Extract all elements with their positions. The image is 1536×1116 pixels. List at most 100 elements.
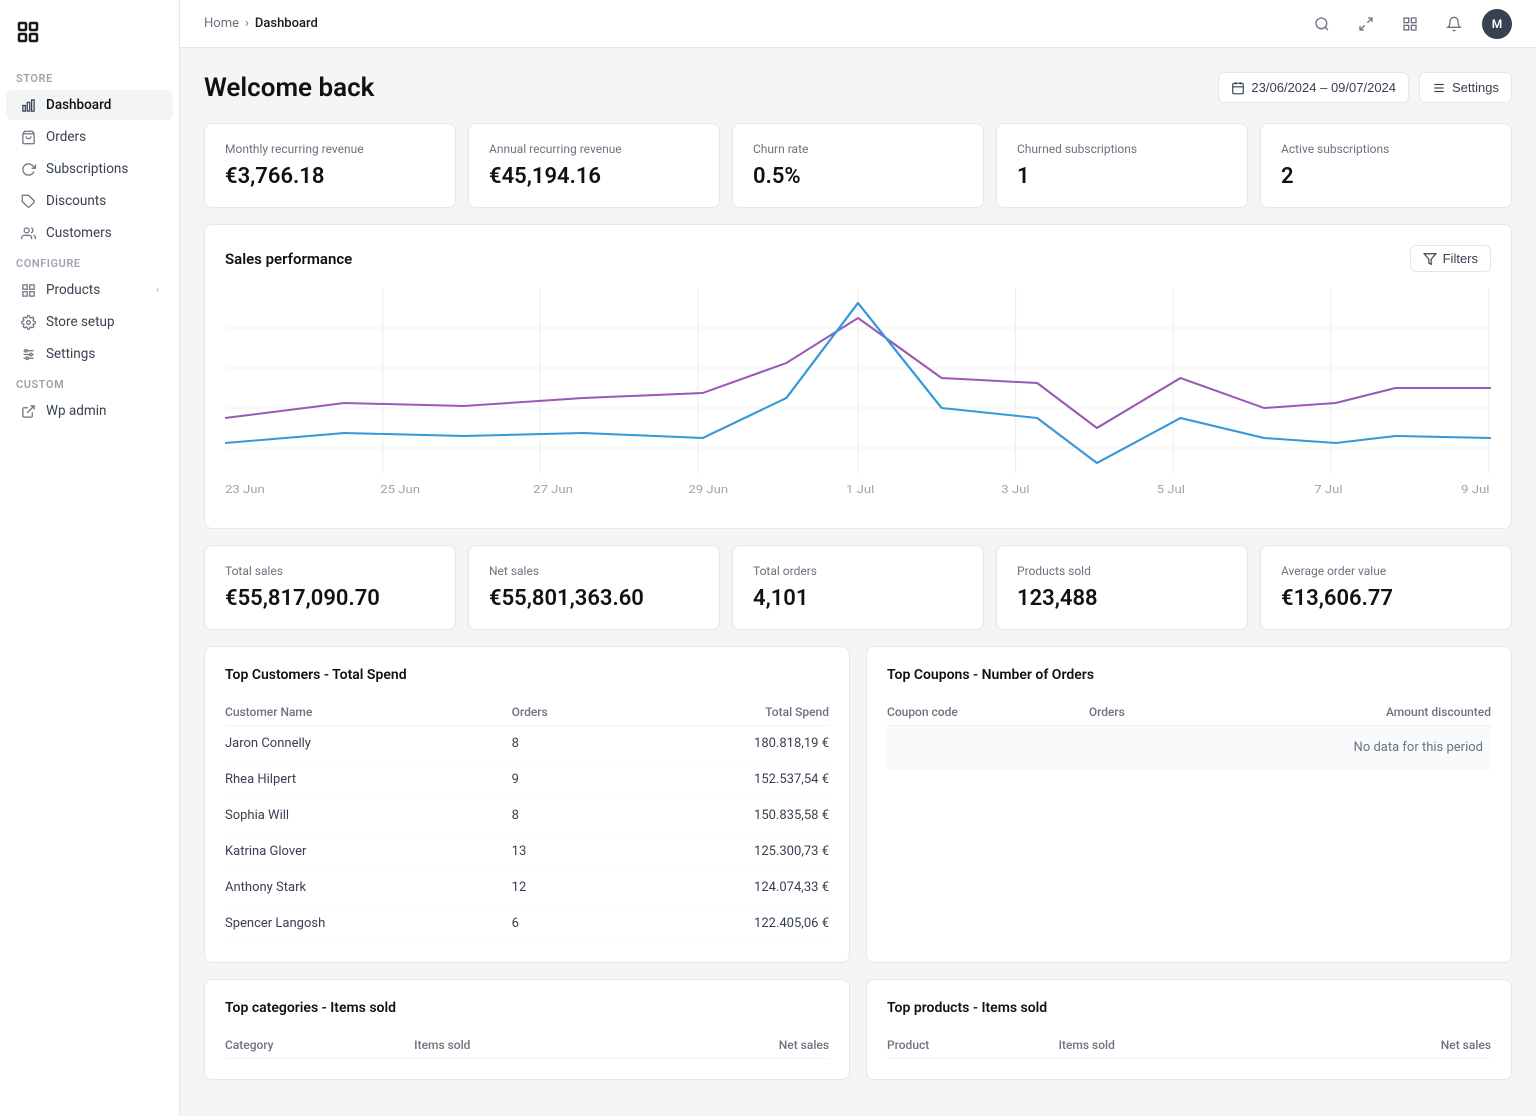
top-customers-card: Top Customers - Total Spend Customer Nam… bbox=[204, 646, 850, 963]
sidebar-item-wp-admin-label: Wp admin bbox=[46, 403, 106, 419]
bottom-metric-value-1: €55,801,363.60 bbox=[489, 586, 699, 611]
bottom-metric-value-4: €13,606.77 bbox=[1281, 586, 1491, 611]
store-section-label: Store bbox=[0, 64, 179, 89]
gear-icon bbox=[20, 314, 36, 330]
table-row: Spencer Langosh 6 122.405,06 € bbox=[225, 906, 829, 942]
settings-button[interactable]: Settings bbox=[1419, 72, 1512, 103]
sidebar-item-customers-label: Customers bbox=[46, 225, 112, 241]
bottom-metric-card-0: Total sales €55,817,090.70 bbox=[204, 545, 456, 630]
chart-card: Sales performance Filters bbox=[204, 224, 1512, 529]
chart-header: Sales performance Filters bbox=[225, 245, 1491, 272]
chevron-icon: ‹ bbox=[156, 285, 159, 296]
metric-label-2: Churn rate bbox=[753, 142, 963, 156]
breadcrumb-home[interactable]: Home bbox=[204, 16, 239, 31]
content-area: Welcome back 23/06/2024 – 09/07/2024 Set… bbox=[180, 48, 1536, 1116]
expand-icon-btn[interactable] bbox=[1350, 8, 1382, 40]
metric-value-0: €3,766.18 bbox=[225, 164, 435, 189]
no-data-row: No data for this period bbox=[887, 726, 1491, 770]
products-items-sold-col-header: Items sold bbox=[1059, 1032, 1287, 1059]
metric-card-2: Churn rate 0.5% bbox=[732, 123, 984, 208]
metric-label-3: Churned subscriptions bbox=[1017, 142, 1227, 156]
customer-orders: 13 bbox=[512, 834, 615, 870]
metric-value-2: 0.5% bbox=[753, 164, 963, 189]
sidebar-item-discounts-label: Discounts bbox=[46, 193, 106, 209]
date-range-label: 23/06/2024 – 09/07/2024 bbox=[1251, 80, 1396, 95]
custom-section-label: Custom bbox=[0, 370, 179, 395]
grid-icon bbox=[20, 282, 36, 298]
top-customers-title: Top Customers - Total Spend bbox=[225, 667, 829, 683]
coupon-amount-col-header: Amount discounted bbox=[1191, 699, 1491, 726]
sidebar-item-dashboard-label: Dashboard bbox=[46, 97, 111, 113]
settings-icon bbox=[1432, 81, 1446, 95]
metric-card-1: Annual recurring revenue €45,194.16 bbox=[468, 123, 720, 208]
customer-orders-col-header: Orders bbox=[512, 699, 615, 726]
customer-spend: 125.300,73 € bbox=[615, 834, 829, 870]
sidebar-item-dashboard[interactable]: Dashboard bbox=[6, 90, 173, 120]
filter-label: Filters bbox=[1443, 251, 1478, 266]
calendar-icon bbox=[1231, 81, 1245, 95]
avatar[interactable]: M bbox=[1482, 9, 1512, 39]
sidebar-item-orders[interactable]: Orders bbox=[6, 122, 173, 152]
sidebar-item-products[interactable]: Products ‹ bbox=[6, 275, 173, 305]
no-data-text: No data for this period bbox=[1354, 740, 1483, 755]
page-title: Welcome back bbox=[204, 73, 374, 103]
top-categories-title: Top categories - Items sold bbox=[225, 1000, 829, 1016]
customer-orders: 9 bbox=[512, 762, 615, 798]
layout-icon-btn[interactable] bbox=[1394, 8, 1426, 40]
configure-section-label: Configure bbox=[0, 249, 179, 274]
top-coupons-table: Coupon code Orders Amount discounted No … bbox=[887, 699, 1491, 770]
bottom-metric-value-2: 4,101 bbox=[753, 586, 963, 611]
top-coupons-title: Top Coupons - Number of Orders bbox=[887, 667, 1491, 683]
table-row: Sophia Will 8 150.835,58 € bbox=[225, 798, 829, 834]
sidebar-item-subscriptions[interactable]: Subscriptions bbox=[6, 154, 173, 184]
customer-name: Jaron Connelly bbox=[225, 726, 512, 762]
customer-name: Anthony Stark bbox=[225, 870, 512, 906]
customer-spend: 124.074,33 € bbox=[615, 870, 829, 906]
date-picker-button[interactable]: 23/06/2024 – 09/07/2024 bbox=[1218, 72, 1409, 103]
bottom-metric-value-0: €55,817,090.70 bbox=[225, 586, 435, 611]
sidebar-item-discounts[interactable]: Discounts bbox=[6, 186, 173, 216]
metric-value-3: 1 bbox=[1017, 164, 1227, 189]
customer-spend: 180.818,19 € bbox=[615, 726, 829, 762]
search-icon-btn[interactable] bbox=[1306, 8, 1338, 40]
coupon-orders-col-header: Orders bbox=[1089, 699, 1192, 726]
customer-orders: 12 bbox=[512, 870, 615, 906]
table-row: Katrina Glover 13 125.300,73 € bbox=[225, 834, 829, 870]
sidebar-item-customers[interactable]: Customers bbox=[6, 218, 173, 248]
sidebar-logo bbox=[0, 12, 179, 64]
customer-spend-col-header: Total Spend bbox=[615, 699, 829, 726]
external-link-icon bbox=[20, 403, 36, 419]
filter-icon bbox=[1423, 252, 1437, 266]
top-products-table: Product Items sold Net sales bbox=[887, 1032, 1491, 1059]
breadcrumb-separator: › bbox=[245, 16, 249, 31]
top-products-title: Top products - Items sold bbox=[887, 1000, 1491, 1016]
bottom-metric-label-0: Total sales bbox=[225, 564, 435, 578]
topbar: Home › Dashboard M bbox=[180, 0, 1536, 48]
sidebar-item-store-setup[interactable]: Store setup bbox=[6, 307, 173, 337]
metric-value-4: 2 bbox=[1281, 164, 1491, 189]
date-settings: 23/06/2024 – 09/07/2024 Settings bbox=[1218, 72, 1512, 103]
svg-text:9 Jul: 9 Jul bbox=[1461, 483, 1489, 496]
bottom-metric-cards: Total sales €55,817,090.70 Net sales €55… bbox=[204, 545, 1512, 630]
bottom-metric-label-2: Total orders bbox=[753, 564, 963, 578]
customer-name: Katrina Glover bbox=[225, 834, 512, 870]
top-coupons-card: Top Coupons - Number of Orders Coupon co… bbox=[866, 646, 1512, 963]
svg-text:1 Jul: 1 Jul bbox=[846, 483, 874, 496]
sliders-icon bbox=[20, 346, 36, 362]
sidebar-item-settings-label: Settings bbox=[46, 346, 95, 362]
top-categories-card: Top categories - Items sold Category Ite… bbox=[204, 979, 850, 1080]
svg-text:7 Jul: 7 Jul bbox=[1314, 483, 1342, 496]
sidebar-item-wp-admin[interactable]: Wp admin bbox=[6, 396, 173, 426]
chart-container: 23 Jun 25 Jun 27 Jun 29 Jun 1 Jul 3 Jul … bbox=[225, 288, 1491, 508]
bottom-metric-value-3: 123,488 bbox=[1017, 586, 1227, 611]
coupon-code-col-header: Coupon code bbox=[887, 699, 1089, 726]
customer-spend: 152.537,54 € bbox=[615, 762, 829, 798]
svg-text:5 Jul: 5 Jul bbox=[1157, 483, 1185, 496]
sidebar-item-settings[interactable]: Settings bbox=[6, 339, 173, 369]
metric-label-1: Annual recurring revenue bbox=[489, 142, 699, 156]
top-categories-table: Category Items sold Net sales bbox=[225, 1032, 829, 1059]
bell-icon-btn[interactable] bbox=[1438, 8, 1470, 40]
customer-orders: 8 bbox=[512, 726, 615, 762]
filter-button[interactable]: Filters bbox=[1410, 245, 1491, 272]
table-row: Jaron Connelly 8 180.818,19 € bbox=[225, 726, 829, 762]
